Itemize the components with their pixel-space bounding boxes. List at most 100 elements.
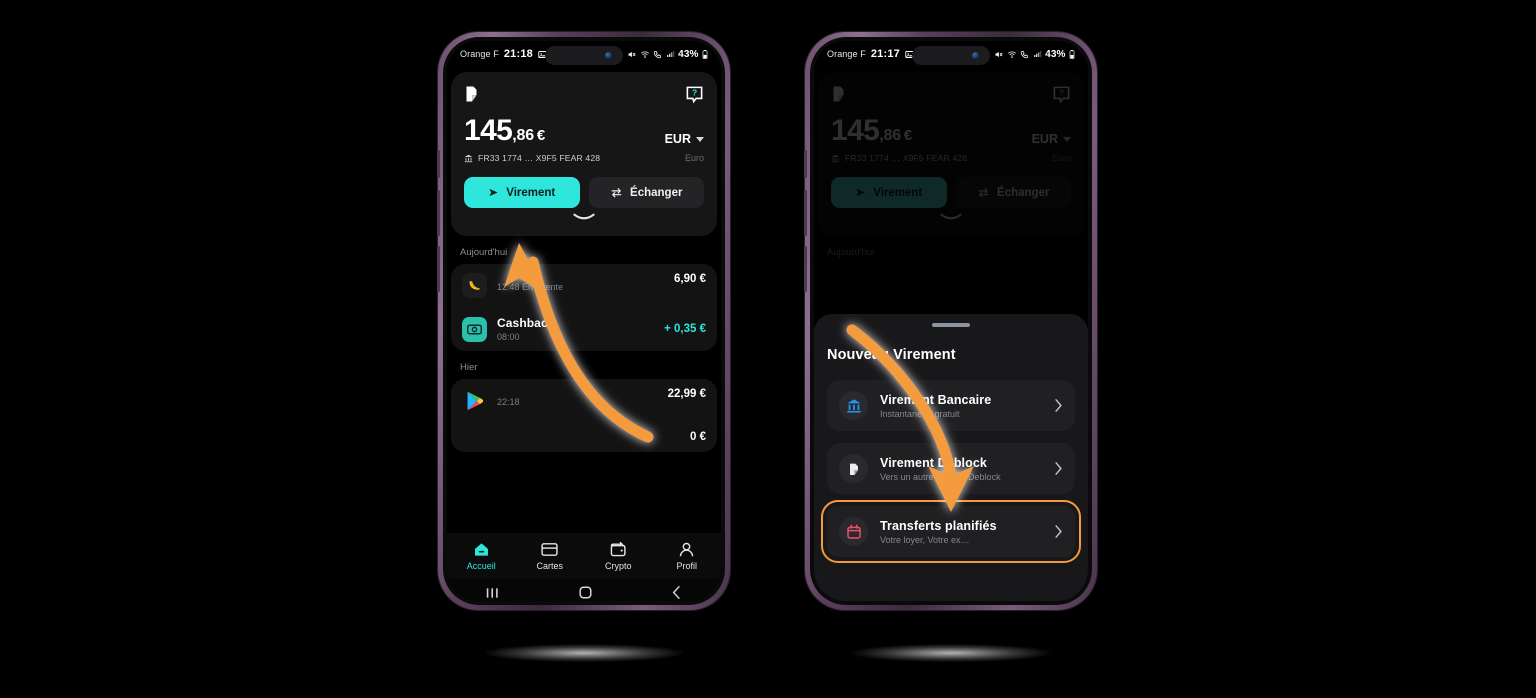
option-subtitle: Instantané et gratuit [880, 408, 960, 419]
deblock-icon [839, 454, 868, 483]
account-subrow: FR33 1774 … X9F5 FEAR 428 Euro [464, 153, 704, 163]
app-content: ? 145 ,86 € EUR FR33 1774 … X9F5 FEAR 42… [814, 72, 1088, 601]
transaction-name: Cashback [497, 316, 555, 330]
transaction-amount: 22,99 € [667, 388, 706, 400]
tab-label: Accueil [466, 560, 496, 571]
sheet-title: Nouveau Virement [827, 347, 956, 363]
section-header-today: Aujourd'hui [460, 247, 508, 258]
transaction-time: 22:18 [497, 396, 520, 407]
option-transferts-planifies[interactable]: Transferts planifiés Votre loyer, Votre … [821, 500, 1081, 563]
clock-label: 21:17 [870, 48, 900, 60]
chevron-right-icon [1055, 399, 1062, 412]
tab-label: Cartes [536, 560, 563, 571]
help-chat-icon[interactable]: ? [685, 85, 704, 104]
wifi-icon [1007, 51, 1016, 58]
table-row[interactable]: 12:48 En attente 6,90 € [451, 264, 717, 307]
phone-screen: Orange F 21:18 43% ? 145 ,86 € EUR FR33 … [447, 41, 721, 601]
balance-currency-symbol: € [536, 127, 546, 144]
iban-row[interactable]: FR33 1774 … X9F5 FEAR 428 [464, 153, 600, 163]
tab-crypto[interactable]: Crypto [584, 541, 653, 571]
transaction-time: 08:00 [497, 332, 520, 342]
volume-up-button[interactable] [804, 150, 807, 178]
currency-selector[interactable]: EUR [665, 132, 704, 146]
echanger-button[interactable]: Échanger [588, 177, 704, 208]
call-icon [1020, 50, 1029, 58]
currency-name: Euro [684, 153, 704, 163]
app-content: ? 145 ,86 € EUR FR33 1774 … X9F5 FEAR 42… [447, 72, 721, 601]
back-icon[interactable] [671, 586, 682, 599]
android-nav-bar [447, 579, 721, 601]
power-button[interactable] [437, 246, 440, 292]
option-title: Virement Bancaire [880, 392, 992, 407]
battery-label: 43% [1045, 48, 1066, 60]
expand-handle[interactable] [464, 213, 704, 222]
option-title: Transferts planifiés [880, 518, 997, 533]
carrier-label: Orange F [460, 49, 499, 59]
transaction-amount: + 0,35 € [664, 323, 706, 335]
bank-icon [464, 154, 473, 162]
virement-button[interactable]: Virement [464, 177, 580, 208]
google-play-icon [462, 388, 487, 413]
calendar-icon [839, 517, 868, 546]
chevron-down-icon [696, 136, 704, 142]
volume-down-button[interactable] [804, 190, 807, 236]
transaction-time: 12:48 En attente [497, 281, 564, 292]
card-actions: Virement Échanger [464, 177, 704, 208]
swap-icon [611, 188, 622, 198]
option-subtitle: Votre loyer, Votre ex… [880, 534, 970, 545]
option-text: Virement Bancaire Instantané et gratuit [880, 393, 1042, 419]
volume-down-button[interactable] [437, 190, 440, 236]
call-icon [653, 50, 662, 58]
home-button-icon[interactable] [579, 586, 592, 599]
table-row[interactable]: 0 € [451, 422, 717, 452]
transaction-amount: 0 € [690, 431, 706, 443]
carrier-label: Orange F [827, 49, 866, 59]
tab-profil[interactable]: Profil [653, 542, 722, 571]
mute-icon [628, 51, 636, 57]
virement-button-label: Virement [506, 186, 556, 199]
chevron-right-icon [1055, 525, 1062, 538]
transactions-section: Aujourd'hui 12:48 En attente 6,90 € Cash… [447, 247, 721, 452]
transaction-group-today: 12:48 En attente 6,90 € Cashback 08:00 +… [451, 264, 717, 351]
option-text: Virement Deblock Vers un autre compte De… [880, 456, 1042, 482]
tab-accueil[interactable]: Accueil [447, 542, 516, 571]
clock-label: 21:18 [503, 48, 533, 60]
annotation-layer [504, 243, 974, 512]
status-bar: Orange F 21:17 43% [814, 41, 1088, 67]
phone-shadow [851, 644, 1051, 662]
wifi-icon [640, 51, 649, 58]
status-bar: Orange F 21:18 43% [447, 41, 721, 67]
screenshot-stage: Orange F 21:18 43% ? 145 ,86 € EUR FR33 … [0, 0, 1536, 698]
transaction-info: 22:18 [497, 395, 658, 407]
card-header: ? [464, 83, 704, 105]
chevron-right-icon [1055, 462, 1062, 475]
table-row[interactable]: 22:18 22,99 € [451, 379, 717, 422]
phone-shadow [484, 644, 684, 662]
option-virement-deblock[interactable]: Virement Deblock Vers un autre compte De… [827, 443, 1075, 494]
power-button[interactable] [804, 246, 807, 292]
phone-right: Orange F 21:17 43% ? 145 ,86 € EUR FR33 … [804, 32, 1097, 610]
balance-integer: 145 [464, 114, 513, 147]
recents-icon[interactable] [486, 587, 500, 599]
camera-punchhole [545, 46, 623, 65]
echanger-button-label: Échanger [630, 186, 683, 199]
currency-code: EUR [664, 132, 691, 146]
option-virement-bancaire[interactable]: Virement Bancaire Instantané et gratuit [827, 380, 1075, 431]
volume-up-button[interactable] [437, 150, 440, 178]
battery-icon [702, 49, 708, 59]
phone-left: Orange F 21:18 43% ? 145 ,86 € EUR FR33 … [437, 32, 730, 610]
transaction-group-yesterday: 22:18 22,99 € 0 € [451, 379, 717, 452]
table-row[interactable]: Cashback 08:00 + 0,35 € [451, 307, 717, 351]
deblock-logo-icon[interactable] [464, 85, 479, 103]
option-text: Transferts planifiés Votre loyer, Votre … [880, 519, 1042, 545]
sheet-drag-handle[interactable] [932, 323, 970, 327]
send-icon [489, 188, 498, 197]
transaction-info: Cashback 08:00 [497, 316, 654, 342]
account-card: ? 145 ,86 € EUR FR33 1774 … X9F5 FEAR 42… [451, 72, 717, 236]
battery-icon [1069, 49, 1075, 59]
chevron-down-icon [573, 213, 595, 220]
svg-text:?: ? [692, 87, 697, 97]
status-bar-left: Orange F 21:17 [827, 48, 914, 60]
bank-icon [839, 391, 868, 420]
tab-cartes[interactable]: Cartes [516, 542, 585, 571]
